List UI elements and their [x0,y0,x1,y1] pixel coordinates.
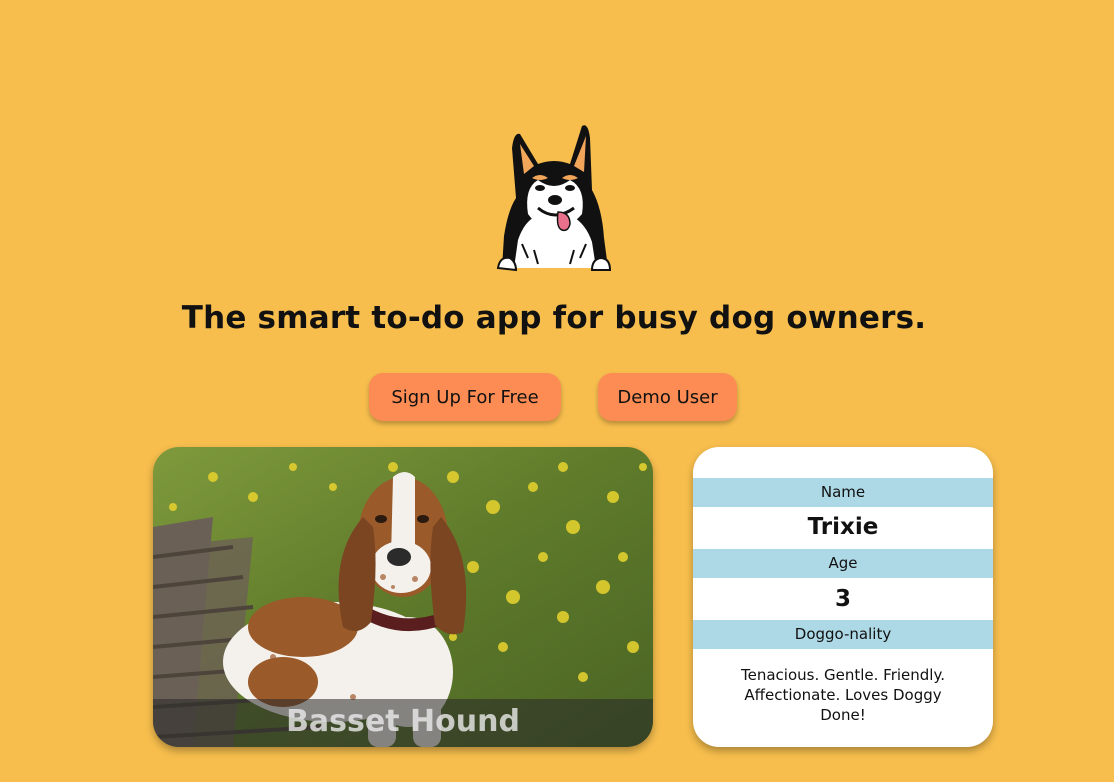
hero-headline: The smart to-do app for busy dog owners. [181,300,927,336]
husky-logo-icon [494,118,614,272]
dog-info-card: Name Trixie Age 3 Doggo-nality Tenacious… [693,447,993,747]
name-label: Name [693,478,993,507]
demo-user-button[interactable]: Demo User [598,373,737,421]
landing-page: The smart to-do app for busy dog owners.… [0,0,1114,782]
personality-value: Tenacious. Gentle. Friendly. Affectionat… [741,666,945,724]
breed-caption: Basset Hound [153,699,653,747]
dog-photo-card: Basset Hound [153,447,653,747]
name-value: Trixie [807,514,879,540]
personality-label: Doggo-nality [693,620,993,649]
sign-up-button[interactable]: Sign Up For Free [369,373,561,421]
age-value: 3 [834,586,851,612]
age-label: Age [693,549,993,578]
